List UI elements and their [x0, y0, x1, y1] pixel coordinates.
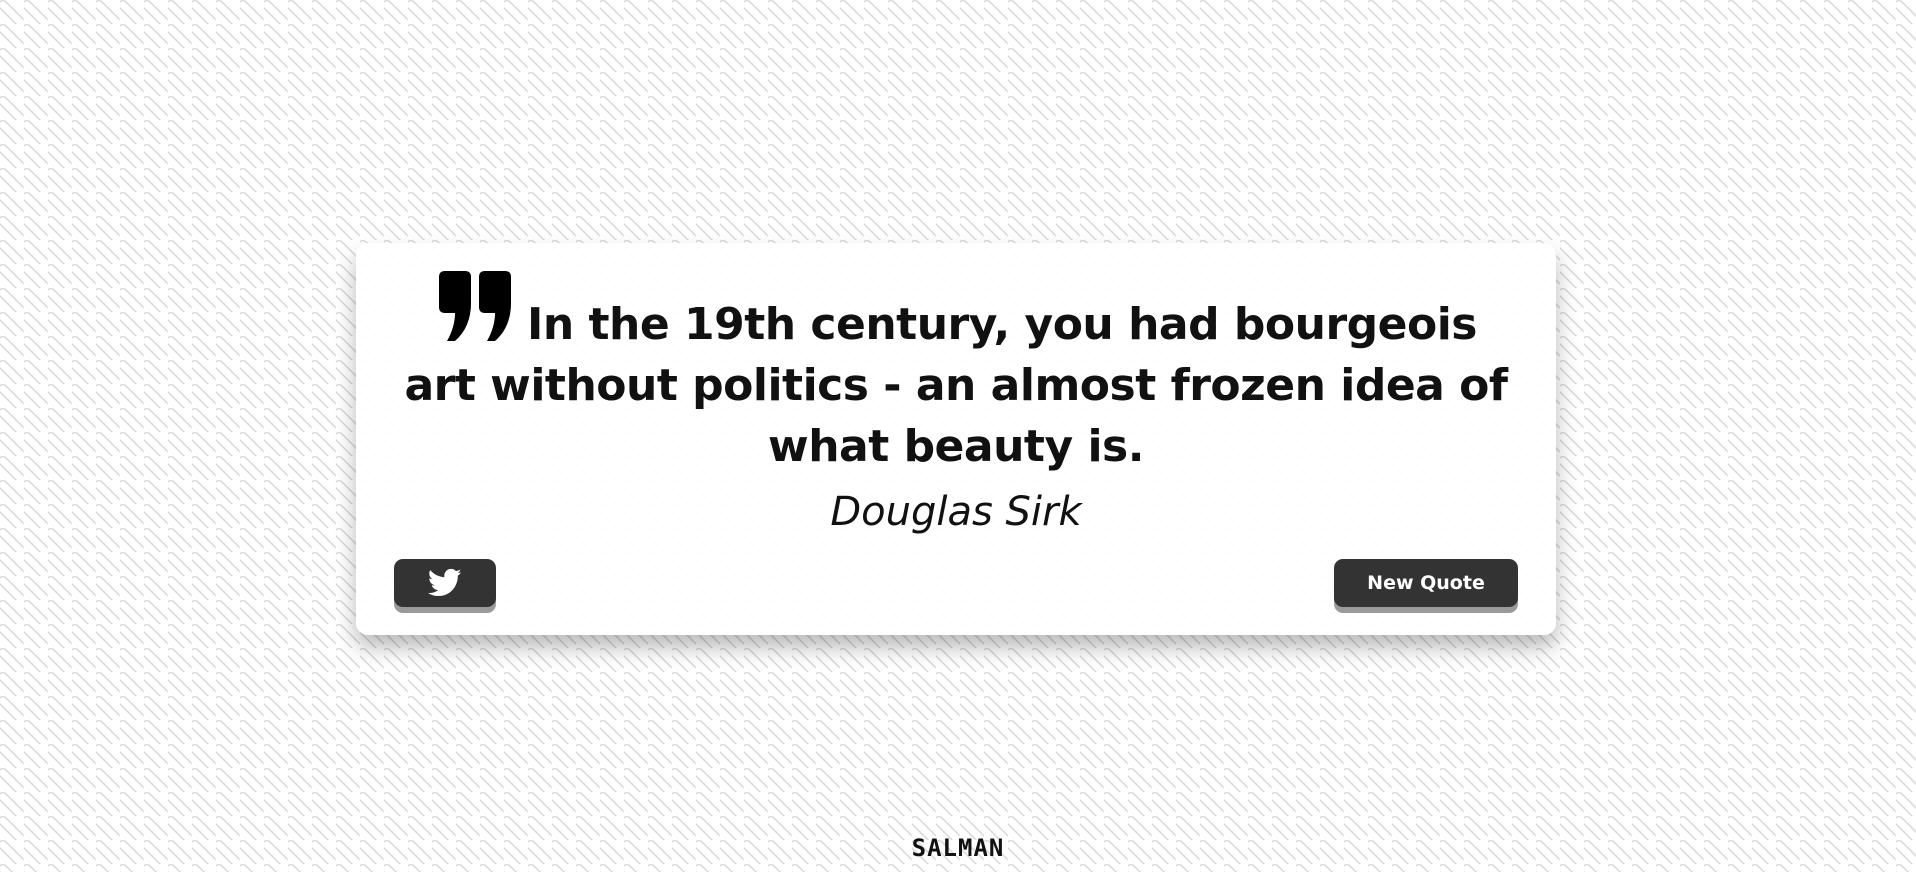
- quote-text-block: In the 19th century, you had bourgeois a…: [394, 269, 1518, 477]
- quote-card: In the 19th century, you had bourgeois a…: [356, 243, 1556, 635]
- quote-left-icon: [435, 269, 517, 343]
- twitter-icon: [428, 568, 462, 597]
- new-quote-button[interactable]: New Quote: [1334, 559, 1518, 607]
- tweet-button[interactable]: [394, 559, 496, 607]
- footer-signature: SALMAN: [911, 834, 1005, 862]
- quote-author: Douglas Sirk: [830, 489, 1082, 535]
- quote-text: In the 19th century, you had bourgeois a…: [404, 299, 1508, 472]
